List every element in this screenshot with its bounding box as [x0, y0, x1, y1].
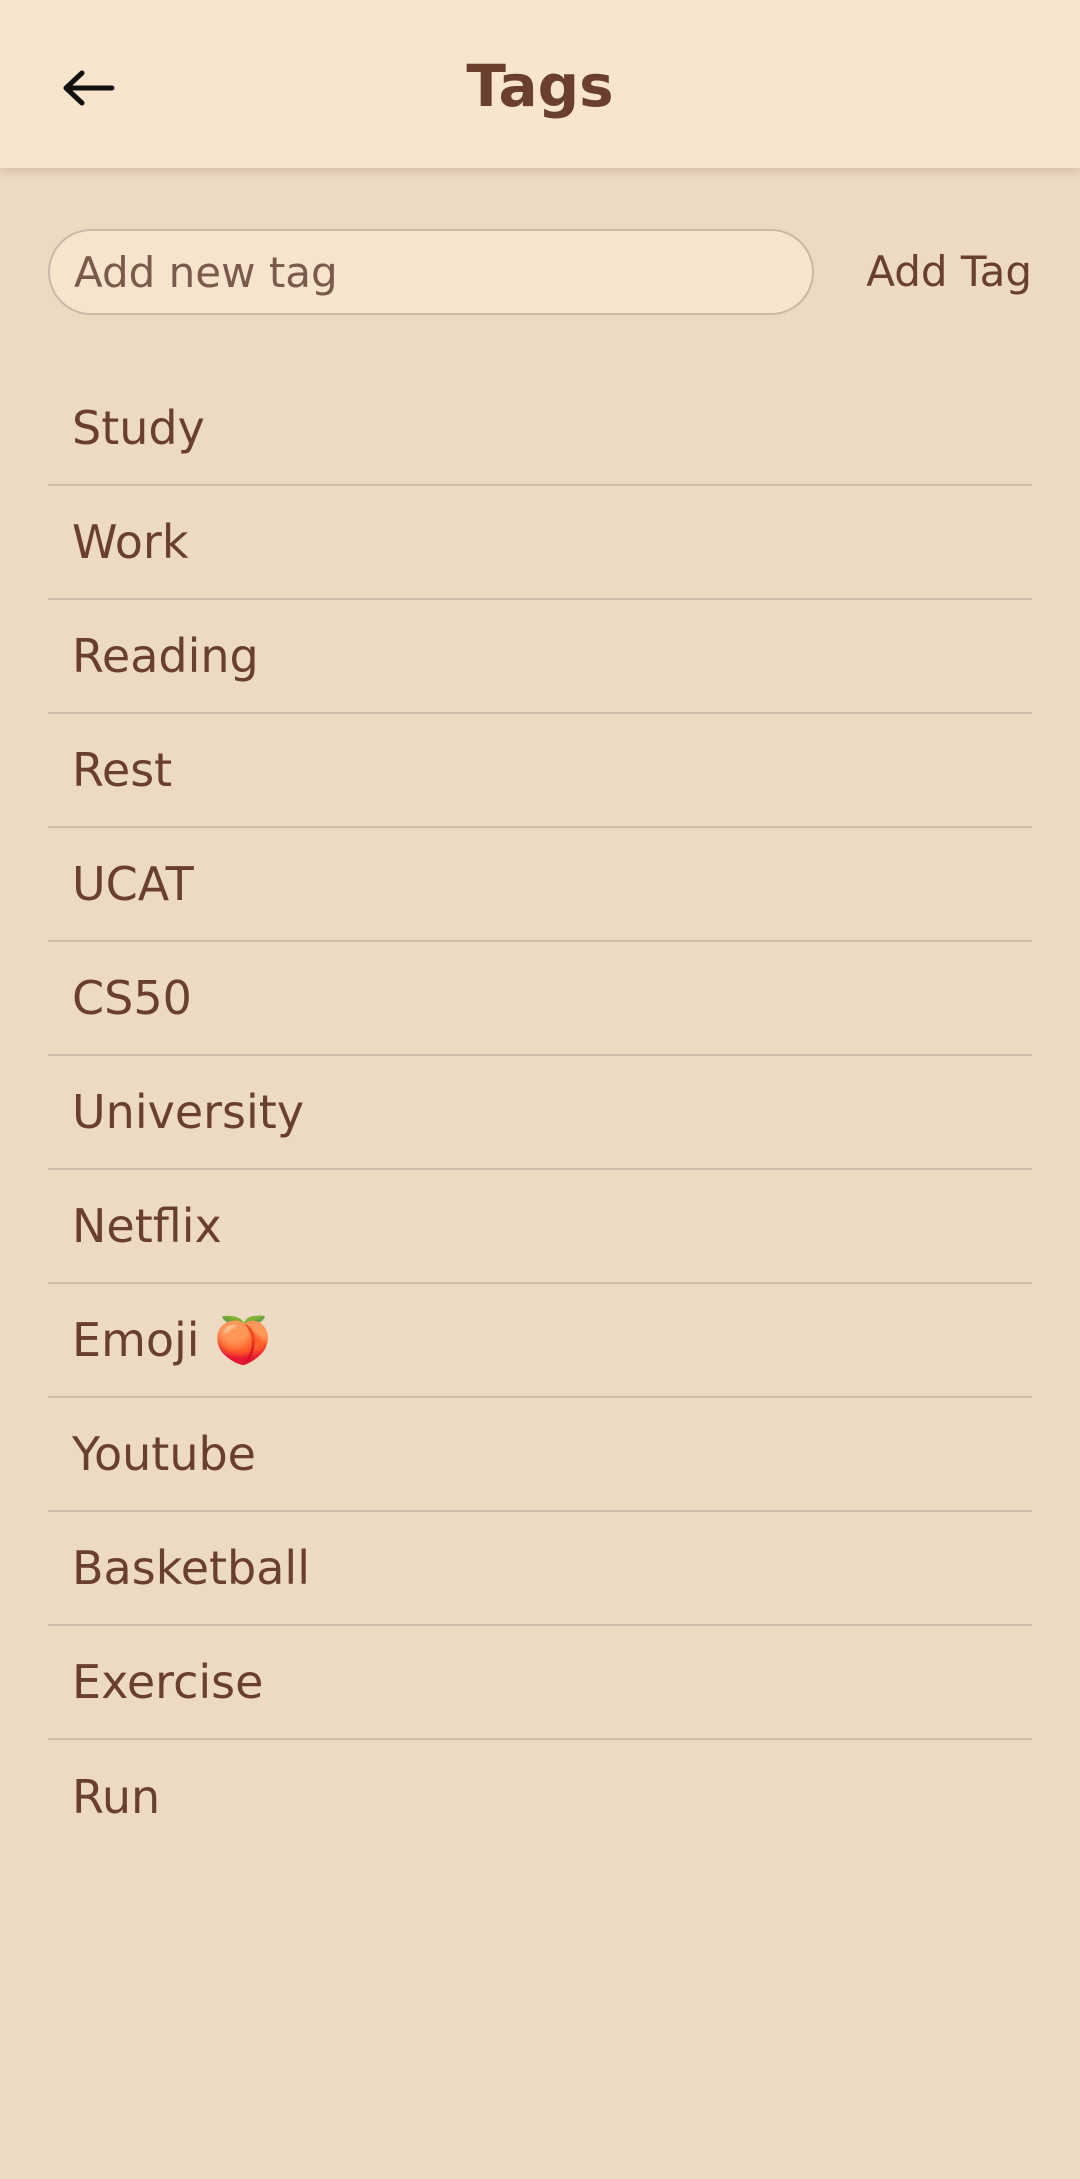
tag-item-run[interactable]: Run	[48, 1740, 1032, 1854]
tag-item-rest[interactable]: Rest	[48, 714, 1032, 828]
tag-item-basketball[interactable]: Basketball	[48, 1512, 1032, 1626]
add-tag-button[interactable]: Add Tag	[866, 229, 1032, 315]
tag-item-university[interactable]: University	[48, 1056, 1032, 1170]
tag-item-study[interactable]: Study	[48, 372, 1032, 486]
tag-item-emoji[interactable]: Emoji 🍑	[48, 1284, 1032, 1398]
add-tag-row: Add Tag	[48, 229, 1032, 319]
new-tag-input[interactable]	[48, 229, 814, 315]
tag-item-youtube[interactable]: Youtube	[48, 1398, 1032, 1512]
tag-item-reading[interactable]: Reading	[48, 600, 1032, 714]
tag-item-work[interactable]: Work	[48, 486, 1032, 600]
tag-item-cs50[interactable]: CS50	[48, 942, 1032, 1056]
tag-item-ucat[interactable]: UCAT	[48, 828, 1032, 942]
tag-item-exercise[interactable]: Exercise	[48, 1626, 1032, 1740]
tag-item-netflix[interactable]: Netflix	[48, 1170, 1032, 1284]
page-title: Tags	[466, 52, 614, 120]
app-bar: Tags	[0, 0, 1080, 168]
tag-list: Study Work Reading Rest UCAT CS50 Univer…	[48, 372, 1032, 1854]
